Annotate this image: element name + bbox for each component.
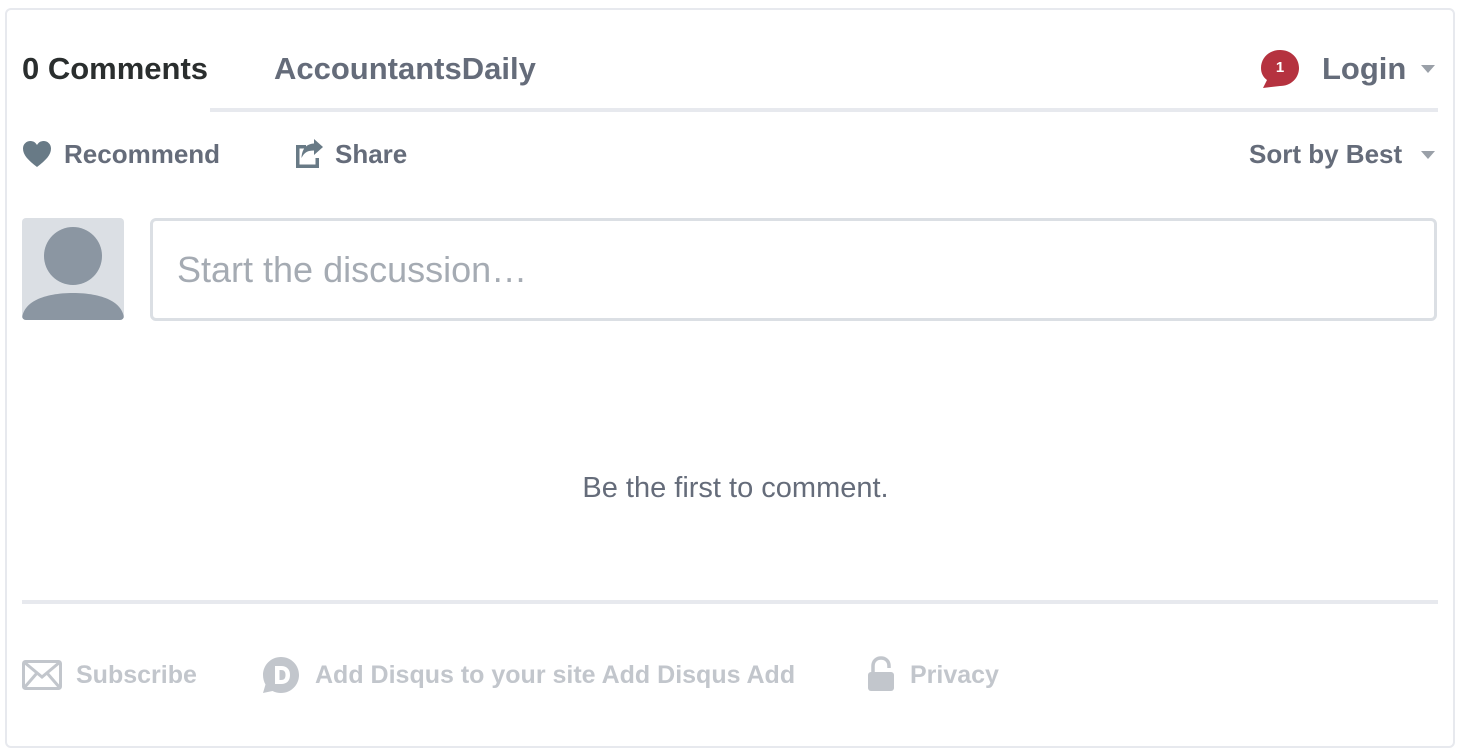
login-button[interactable]: Login	[1322, 50, 1406, 88]
share-icon[interactable]	[293, 139, 325, 169]
tab-forum[interactable]: AccountantsDaily	[274, 50, 536, 88]
add-disqus-link[interactable]: Add Disqus to your site Add Disqus Add	[315, 660, 795, 690]
disqus-logo-icon[interactable]	[262, 656, 300, 694]
caret-down-icon[interactable]	[1420, 150, 1436, 160]
privacy-link[interactable]: Privacy	[910, 660, 999, 690]
subscribe-link[interactable]: Subscribe	[76, 660, 197, 690]
share-button[interactable]: Share	[335, 138, 407, 170]
notification-count-badge: 1	[1275, 59, 1285, 76]
avatar	[22, 218, 124, 320]
sort-dropdown[interactable]: Sort by Best	[1249, 138, 1402, 170]
footer-divider	[22, 600, 1438, 604]
user-silhouette-icon	[22, 227, 124, 320]
comment-input[interactable]	[150, 218, 1437, 321]
caret-down-icon[interactable]	[1420, 64, 1436, 74]
lock-icon[interactable]	[866, 656, 896, 692]
tab-comments-count[interactable]: 0 Comments	[22, 50, 208, 88]
recommend-button[interactable]: Recommend	[64, 138, 220, 170]
empty-state-message: Be the first to comment.	[582, 472, 889, 504]
header-divider	[210, 108, 1438, 112]
comments-widget	[5, 8, 1455, 748]
envelope-icon[interactable]	[22, 660, 62, 690]
heart-icon[interactable]	[22, 140, 52, 168]
